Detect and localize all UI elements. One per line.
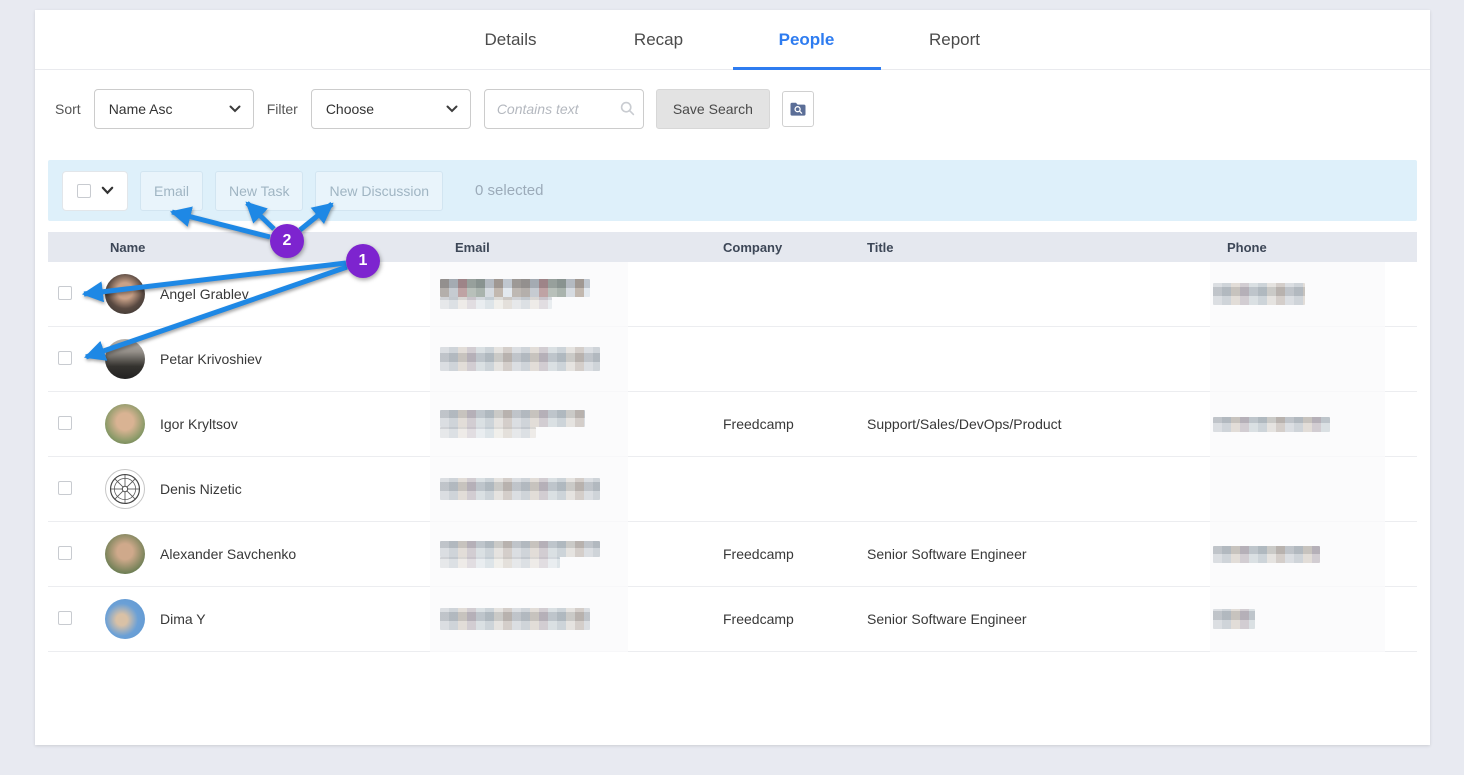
table-row: Denis Nizetic: [48, 457, 1417, 522]
chevron-down-icon: [101, 186, 114, 195]
redacted-email: [440, 557, 560, 568]
row-checkbox[interactable]: [58, 286, 72, 300]
title-cell: Senior Software Engineer: [855, 611, 1200, 627]
avatar: [105, 469, 145, 509]
redacted-email: [440, 478, 600, 500]
person-name: Petar Krivoshiev: [160, 351, 262, 367]
redacted-phone: [1213, 609, 1255, 629]
email-button[interactable]: Email: [140, 171, 203, 211]
tab-report-label: Report: [929, 30, 980, 50]
redacted-email: [440, 410, 585, 427]
table-row: Angel Grablev: [48, 262, 1417, 327]
row-checkbox[interactable]: [58, 351, 72, 365]
table-row: Petar Krivoshiev: [48, 327, 1417, 392]
row-checkbox[interactable]: [58, 611, 72, 625]
avatar: [105, 274, 145, 314]
redacted-email: [440, 608, 590, 630]
avatar: [105, 534, 145, 574]
avatar: [105, 599, 145, 639]
person-name: Denis Nizetic: [160, 481, 242, 497]
sort-dropdown-value: Name Asc: [109, 101, 173, 117]
filter-toolbar: Sort Name Asc Filter Choose Save Search: [55, 89, 1430, 129]
folder-search-icon: [789, 101, 807, 117]
tab-details[interactable]: Details: [437, 10, 585, 70]
person-name: Dima Y: [160, 611, 206, 627]
new-discussion-button[interactable]: New Discussion: [315, 171, 443, 211]
new-task-button[interactable]: New Task: [215, 171, 303, 211]
redacted-email: [440, 427, 536, 438]
column-header-title: Title: [855, 240, 1200, 255]
table-header: Name Email Company Title Phone: [48, 232, 1417, 262]
table-row: Igor Kryltsov Freedcamp Support/Sales/De…: [48, 392, 1417, 457]
person-name: Alexander Savchenko: [160, 546, 296, 562]
row-checkbox[interactable]: [58, 416, 72, 430]
tab-recap[interactable]: Recap: [585, 10, 733, 70]
sort-dropdown[interactable]: Name Asc: [94, 89, 254, 129]
tab-people-label: People: [779, 30, 835, 50]
chevron-down-icon: [229, 105, 241, 113]
avatar: [105, 339, 145, 379]
company-cell: Freedcamp: [715, 611, 855, 627]
people-panel: Details Recap People Report Sort Name As…: [35, 10, 1430, 745]
chevron-down-icon: [446, 105, 458, 113]
person-name: Angel Grablev: [160, 286, 249, 302]
redacted-phone: [1213, 283, 1305, 305]
tab-details-label: Details: [485, 30, 537, 50]
tab-people[interactable]: People: [733, 10, 881, 70]
redacted-email: [440, 279, 590, 297]
people-table: Name Email Company Title Phone Angel Gra…: [48, 232, 1417, 652]
column-header-phone: Phone: [1200, 240, 1417, 255]
column-header-email: Email: [430, 240, 715, 255]
redacted-email: [440, 347, 600, 371]
select-all-checkbox[interactable]: [77, 184, 91, 198]
redacted-phone: [1213, 417, 1330, 432]
column-header-name: Name: [98, 240, 430, 255]
column-header-company: Company: [715, 240, 855, 255]
tab-report[interactable]: Report: [881, 10, 1029, 70]
sort-label: Sort: [55, 101, 81, 117]
save-search-button[interactable]: Save Search: [656, 89, 770, 129]
redacted-email: [440, 541, 600, 557]
saved-searches-button[interactable]: [782, 91, 814, 127]
row-checkbox[interactable]: [58, 481, 72, 495]
filter-label: Filter: [267, 101, 298, 117]
filter-dropdown[interactable]: Choose: [311, 89, 471, 129]
table-row: Dima Y Freedcamp Senior Software Enginee…: [48, 587, 1417, 652]
search-icon: [620, 101, 635, 116]
table-body: Angel Grablev Petar Krivoshiev: [48, 262, 1417, 652]
tab-recap-label: Recap: [634, 30, 683, 50]
company-cell: Freedcamp: [715, 416, 855, 432]
selected-count: 0 selected: [475, 182, 543, 199]
redacted-phone: [1213, 546, 1320, 563]
company-cell: Freedcamp: [715, 546, 855, 562]
title-cell: Senior Software Engineer: [855, 546, 1200, 562]
row-checkbox[interactable]: [58, 546, 72, 560]
avatar: [105, 404, 145, 444]
filter-dropdown-value: Choose: [326, 101, 374, 117]
title-cell: Support/Sales/DevOps/Product: [855, 416, 1200, 432]
redacted-email: [440, 297, 552, 309]
bulk-action-bar: Email New Task New Discussion 0 selected: [48, 160, 1417, 221]
wheel-avatar-icon: [108, 472, 142, 506]
table-row: Alexander Savchenko Freedcamp Senior Sof…: [48, 522, 1417, 587]
select-all-dropdown[interactable]: [62, 171, 128, 211]
tab-bar: Details Recap People Report: [35, 10, 1430, 70]
person-name: Igor Kryltsov: [160, 416, 238, 432]
